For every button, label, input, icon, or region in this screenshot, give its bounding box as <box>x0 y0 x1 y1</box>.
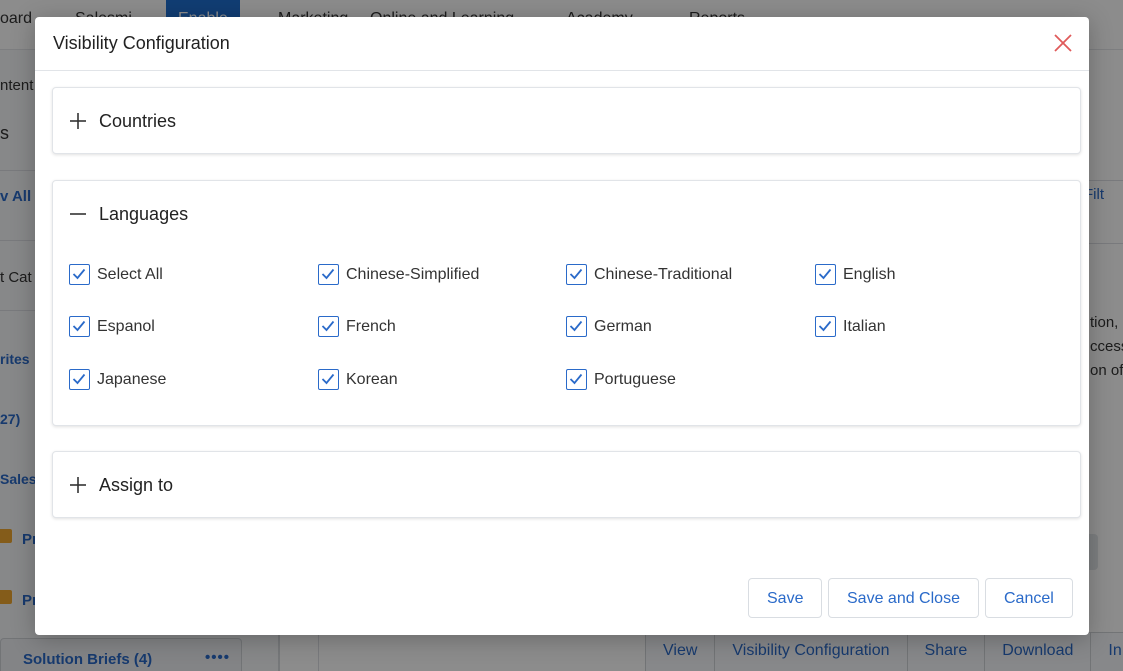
check-icon <box>815 264 836 285</box>
close-button[interactable] <box>1052 32 1074 54</box>
close-icon <box>1054 34 1072 52</box>
check-icon <box>69 264 90 285</box>
languages-panel-header[interactable]: Languages <box>53 181 1080 247</box>
check-icon <box>69 316 90 337</box>
countries-panel-title: Countries <box>99 111 177 131</box>
check-icon <box>318 264 339 285</box>
checkbox-label: Chinese-Simplified <box>346 266 480 283</box>
checkbox-label: Espanol <box>97 318 155 335</box>
check-icon <box>318 369 339 390</box>
minus-icon <box>70 213 86 215</box>
checkbox-label: Portuguese <box>594 371 676 388</box>
dialog-title: Visibility Configuration <box>53 33 230 53</box>
assign-to-panel-title: Assign to <box>99 475 174 495</box>
save-and-close-button[interactable]: Save and Close <box>828 578 979 618</box>
check-icon <box>566 264 587 285</box>
checkbox-label: German <box>594 318 652 335</box>
cancel-button[interactable]: Cancel <box>985 578 1073 618</box>
check-icon <box>566 316 587 337</box>
checkbox-label: Korean <box>346 371 398 388</box>
languages-panel: Languages Select All Chinese-Simplified … <box>52 180 1081 426</box>
checkbox-label: Select All <box>97 266 163 283</box>
assign-to-panel-header[interactable]: Assign to <box>53 452 1080 518</box>
checkbox-label: French <box>346 318 396 335</box>
assign-to-panel: Assign to <box>52 451 1081 518</box>
checkbox-label: Chinese-Traditional <box>594 266 733 283</box>
languages-panel-title: Languages <box>99 204 189 224</box>
plus-icon <box>70 113 86 129</box>
check-icon <box>815 316 836 337</box>
check-icon <box>318 316 339 337</box>
countries-panel-header[interactable]: Countries <box>53 88 1080 154</box>
checkbox-label: Italian <box>843 318 886 335</box>
countries-panel: Countries <box>52 87 1081 154</box>
dialog-header: Visibility Configuration <box>35 17 1089 71</box>
save-button[interactable]: Save <box>748 578 823 618</box>
checkbox-label: English <box>843 266 896 283</box>
visibility-configuration-dialog: Visibility Configuration Countries Langu… <box>35 17 1089 635</box>
plus-icon <box>70 477 86 493</box>
check-icon <box>69 369 90 390</box>
checkbox-label: Japanese <box>97 371 167 388</box>
check-icon <box>566 369 587 390</box>
